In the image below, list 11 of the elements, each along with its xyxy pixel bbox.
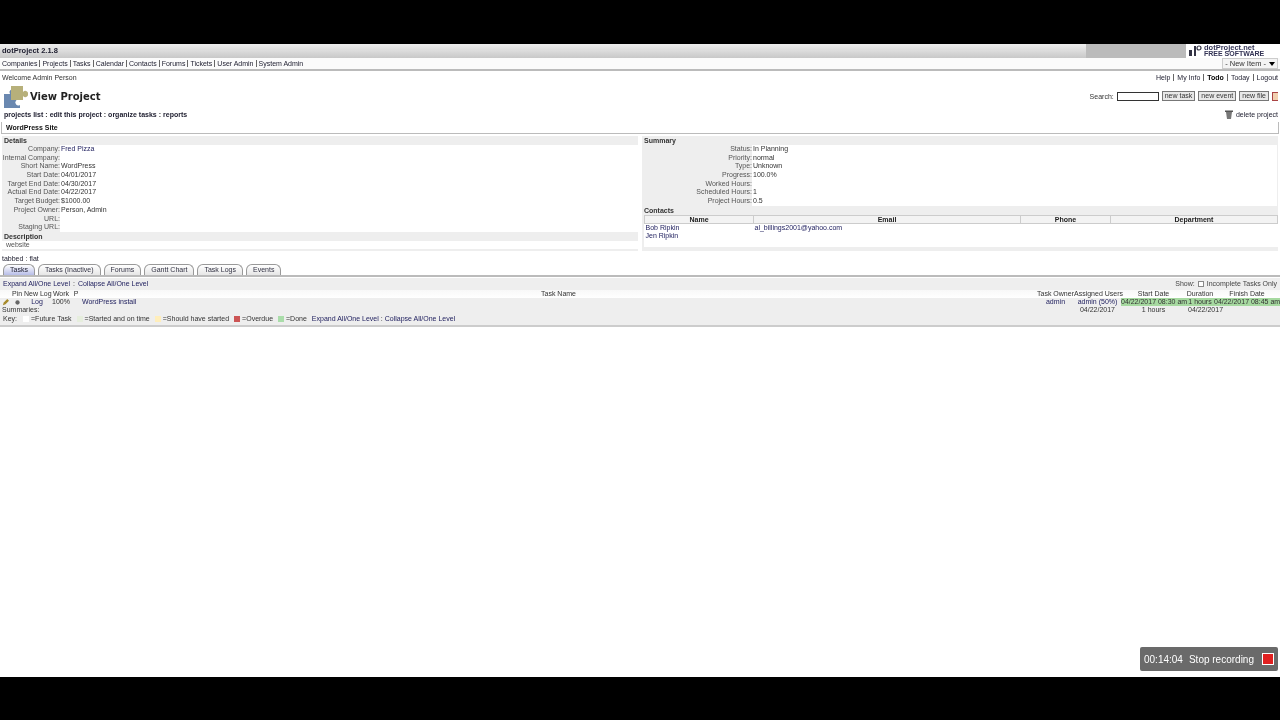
recording-time: 00:14:04 xyxy=(1144,653,1183,665)
stop-icon[interactable] xyxy=(1262,653,1274,665)
pencil-icon[interactable] xyxy=(1,298,9,306)
checkbox[interactable] xyxy=(1197,280,1204,287)
puzzle-icon xyxy=(2,84,28,108)
pin-icon[interactable] xyxy=(14,299,20,305)
search-field[interactable] xyxy=(1116,91,1159,101)
trash-icon xyxy=(1224,110,1233,119)
page-title: View Project xyxy=(30,90,101,102)
stop-recording-button[interactable]: Stop recording xyxy=(1188,653,1256,665)
logo-icon xyxy=(1188,45,1202,57)
